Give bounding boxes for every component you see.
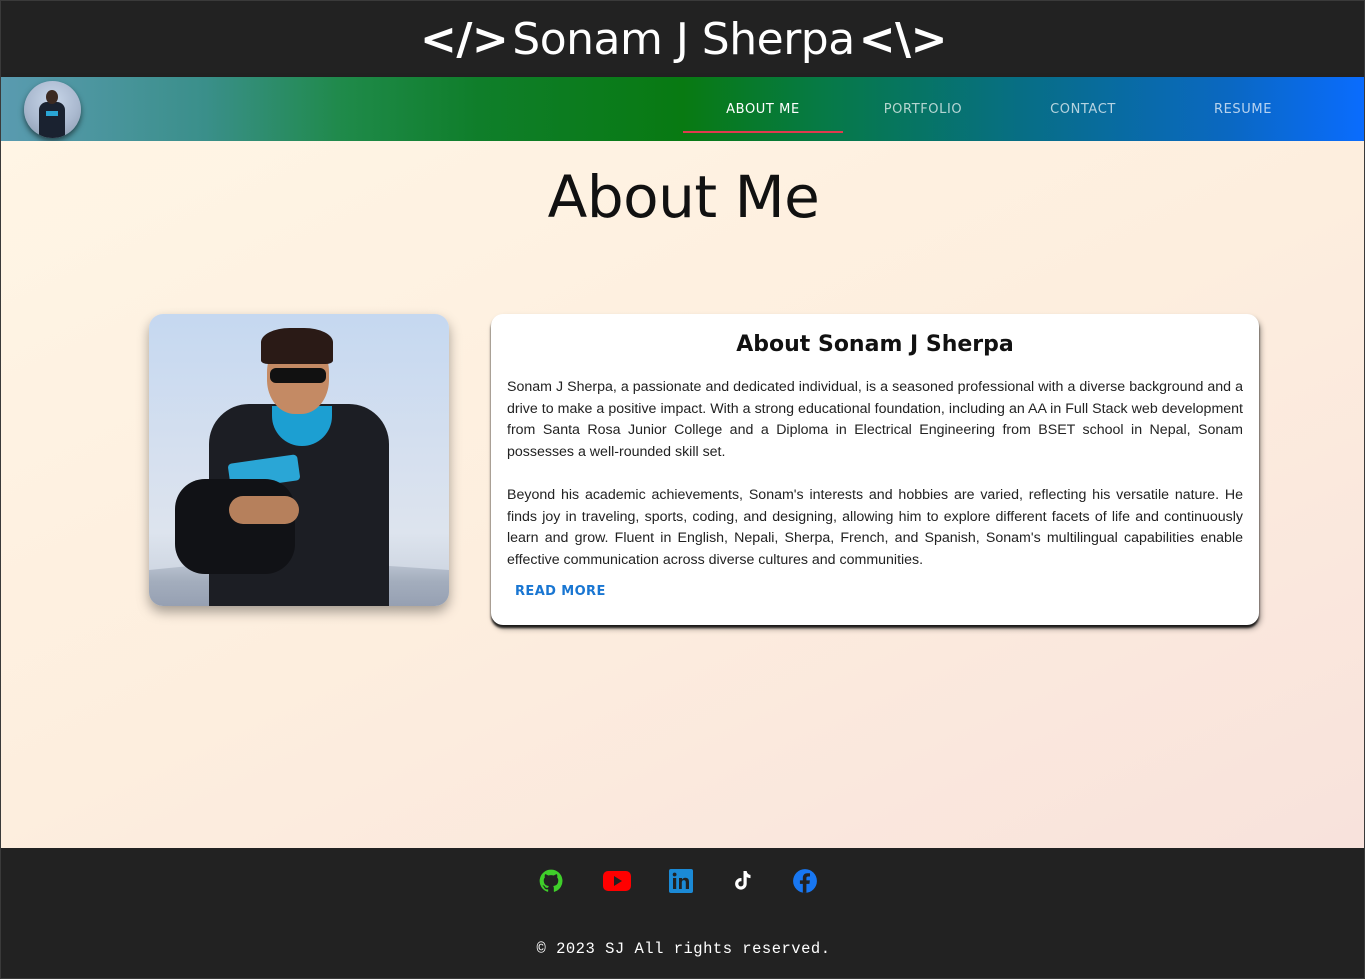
github-icon[interactable]: [538, 868, 564, 894]
tab-about-me[interactable]: ABOUT ME: [683, 77, 843, 141]
code-close-icon: <\>: [858, 13, 948, 65]
brand-logo[interactable]: </> Sonam J Sherpa <\>: [419, 13, 948, 65]
photo-sunglasses: [270, 368, 326, 383]
browser-viewport: </> Sonam J Sherpa <\> ABOUT ME PORTFOLI…: [0, 0, 1365, 979]
site-footer: © 2023 SJ All rights reserved.: [1, 848, 1364, 978]
nav-bar: ABOUT ME PORTFOLIO CONTACT RESUME: [1, 77, 1364, 141]
card-title: About Sonam J Sherpa: [736, 332, 1014, 357]
facebook-icon[interactable]: [792, 868, 818, 894]
tab-portfolio[interactable]: PORTFOLIO: [843, 77, 1003, 141]
avatar-figure-accent: [46, 111, 58, 116]
about-paragraph-1: Sonam J Sherpa, a passionate and dedicat…: [507, 379, 1243, 461]
avatar[interactable]: [24, 81, 81, 138]
avatar-figure: [39, 102, 65, 138]
tab-resume[interactable]: RESUME: [1163, 77, 1323, 141]
about-card: About Sonam J Sherpa Sonam J Sherpa, a p…: [491, 314, 1259, 625]
read-more-button[interactable]: READ MORE: [515, 584, 606, 599]
about-paragraph-2: Beyond his academic achievements, Sonam'…: [507, 486, 1243, 568]
social-links: [1, 868, 1364, 894]
tab-contact[interactable]: CONTACT: [1003, 77, 1163, 141]
photo-bag: [175, 479, 295, 574]
tiktok-icon[interactable]: [729, 868, 755, 894]
linkedin-icon[interactable]: [668, 868, 694, 894]
copyright-text: © 2023 SJ All rights reserved.: [536, 940, 831, 958]
photo-hair: [261, 328, 333, 364]
nav-tabs: ABOUT ME PORTFOLIO CONTACT RESUME: [683, 77, 1323, 141]
main-content: About Me About Sonam J Sherpa Sonam J Sh…: [1, 141, 1364, 848]
profile-photo: [149, 314, 449, 606]
photo-hands: [229, 496, 299, 524]
page-title: About Me: [547, 163, 820, 231]
site-header: </> Sonam J Sherpa <\>: [1, 1, 1364, 77]
avatar-figure-head: [46, 90, 58, 104]
code-open-icon: </>: [419, 13, 509, 65]
brand-name: Sonam J Sherpa: [512, 13, 855, 65]
youtube-icon[interactable]: [603, 868, 631, 894]
